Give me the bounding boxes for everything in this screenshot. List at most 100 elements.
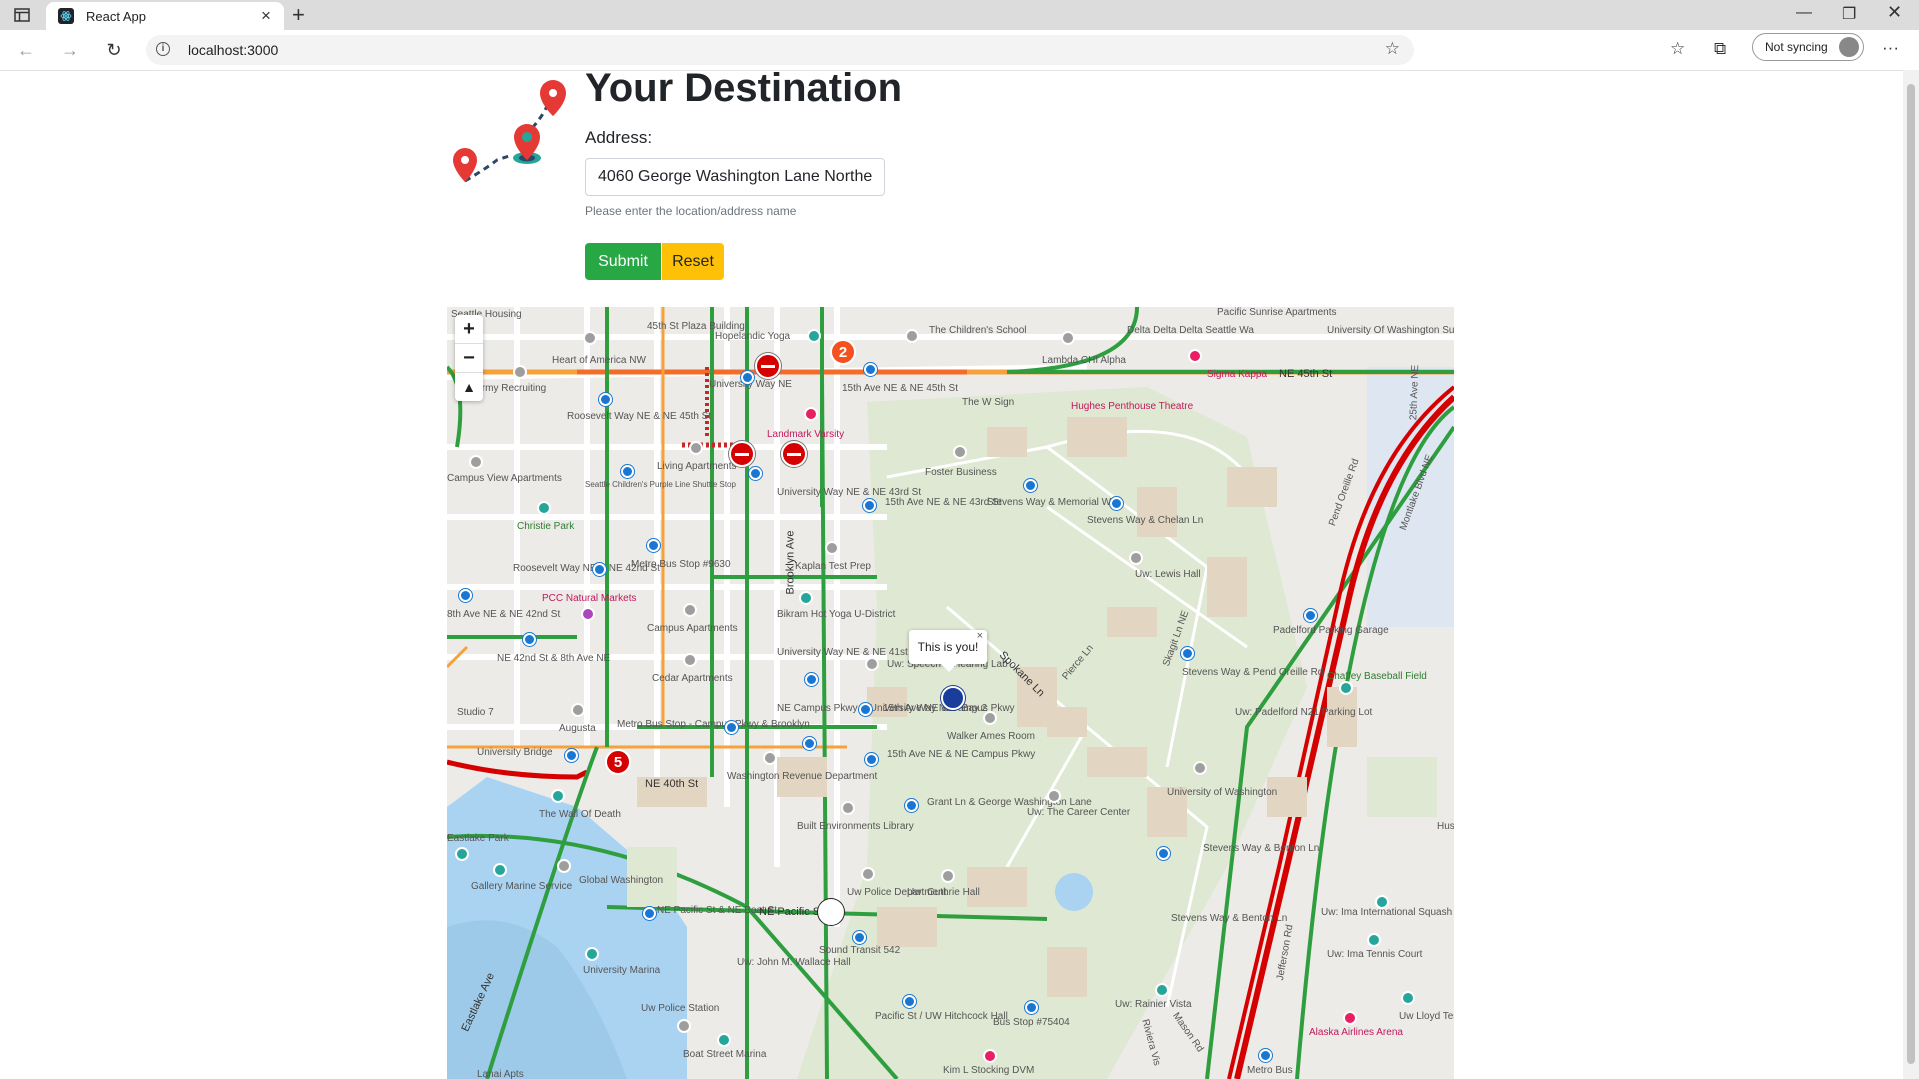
poi-icon[interactable] (689, 441, 703, 455)
poi-icon[interactable] (1188, 349, 1202, 363)
bus-stop-icon[interactable] (647, 539, 660, 552)
tab-close-icon[interactable]: × (256, 6, 276, 26)
incident-badge[interactable]: 5 (605, 749, 631, 775)
poi-icon[interactable] (493, 863, 507, 877)
poi-icon[interactable] (1193, 761, 1207, 775)
map-view[interactable]: Seattle Housing Heart of America NW US A… (447, 307, 1454, 1079)
bus-stop-icon[interactable] (599, 393, 612, 406)
poi-icon[interactable] (581, 607, 595, 621)
poi-icon[interactable] (983, 1049, 997, 1063)
poi-icon[interactable] (799, 591, 813, 605)
scrollbar-thumb[interactable] (1907, 84, 1915, 1064)
tab-actions-menu[interactable] (8, 5, 36, 25)
poi-icon[interactable] (1343, 1011, 1357, 1025)
poi-icon[interactable] (825, 541, 839, 555)
poi-icon[interactable] (763, 751, 777, 765)
poi-icon[interactable] (585, 947, 599, 961)
minimize-icon[interactable]: — (1796, 4, 1812, 22)
construction-icon[interactable] (818, 899, 844, 925)
bus-stop-icon[interactable] (523, 633, 536, 646)
page-scrollbar[interactable] (1903, 70, 1919, 1079)
road-closed-icon[interactable] (781, 441, 807, 467)
bus-stop-icon[interactable] (805, 673, 818, 686)
poi-icon[interactable] (683, 603, 697, 617)
road-closed-icon[interactable] (755, 353, 781, 379)
bus-stop-icon[interactable] (593, 563, 606, 576)
poi-icon[interactable] (905, 329, 919, 343)
poi-icon[interactable] (717, 1033, 731, 1047)
poi-icon[interactable] (804, 407, 818, 421)
parking-icon[interactable] (1304, 609, 1317, 622)
site-info-icon[interactable]: i (156, 42, 170, 56)
bus-stop-icon[interactable] (859, 703, 872, 716)
active-tab[interactable]: React App × (46, 2, 284, 30)
poi-icon[interactable] (557, 859, 571, 873)
poi-icon[interactable] (1375, 895, 1389, 909)
poi-icon[interactable] (455, 847, 469, 861)
url-text[interactable]: localhost:3000 (188, 42, 278, 58)
poi-icon[interactable] (807, 329, 821, 343)
bus-stop-icon[interactable] (621, 465, 634, 478)
compass-button[interactable]: ▲ (455, 373, 483, 401)
poi-icon[interactable] (941, 869, 955, 883)
popup-close-icon[interactable]: × (977, 630, 983, 642)
poi-icon[interactable] (551, 789, 565, 803)
poi-icon[interactable] (865, 657, 879, 671)
poi-icon[interactable] (1047, 789, 1061, 803)
poi-icon[interactable] (513, 365, 527, 379)
bus-stop-icon[interactable] (459, 589, 472, 602)
bus-stop-icon[interactable] (741, 371, 754, 384)
bus-stop-icon[interactable] (803, 737, 816, 750)
reset-button[interactable]: Reset (662, 243, 724, 280)
bus-stop-icon[interactable] (565, 749, 578, 762)
window-close-icon[interactable]: ✕ (1887, 2, 1902, 23)
poi-icon[interactable] (953, 445, 967, 459)
bus-stop-icon[interactable] (903, 995, 916, 1008)
bus-stop-icon[interactable] (643, 907, 656, 920)
poi-icon[interactable] (1401, 991, 1415, 1005)
poi-icon[interactable] (537, 501, 551, 515)
new-tab-icon[interactable]: + (292, 3, 305, 27)
bus-stop-icon[interactable] (1157, 847, 1170, 860)
poi-icon[interactable] (583, 331, 597, 345)
poi-icon[interactable] (677, 1019, 691, 1033)
bus-stop-icon[interactable] (853, 931, 866, 944)
poi-icon[interactable] (1339, 681, 1353, 695)
poi-icon[interactable] (1129, 551, 1143, 565)
poi-icon[interactable] (861, 867, 875, 881)
back-icon[interactable]: ← (14, 38, 38, 62)
bus-stop-icon[interactable] (1024, 479, 1037, 492)
user-location-marker[interactable] (941, 686, 965, 710)
poi-icon[interactable] (841, 801, 855, 815)
bus-stop-icon[interactable] (863, 499, 876, 512)
bus-stop-icon[interactable] (1181, 647, 1194, 660)
zoom-in-button[interactable]: + (455, 315, 483, 344)
poi-icon[interactable] (683, 653, 697, 667)
bus-stop-icon[interactable] (865, 753, 878, 766)
incident-badge[interactable]: 2 (830, 339, 856, 365)
bus-stop-icon[interactable] (725, 721, 738, 734)
poi-icon[interactable] (1155, 983, 1169, 997)
zoom-out-button[interactable]: − (455, 344, 483, 373)
favorites-icon[interactable]: ☆ (1670, 39, 1685, 59)
poi-icon[interactable] (571, 703, 585, 717)
bus-stop-icon[interactable] (905, 799, 918, 812)
bus-stop-icon[interactable] (864, 363, 877, 376)
refresh-icon[interactable]: ↻ (102, 38, 126, 62)
forward-icon[interactable]: → (58, 38, 82, 62)
road-closed-icon[interactable] (729, 441, 755, 467)
bus-stop-icon[interactable] (1025, 1001, 1038, 1014)
url-bar[interactable]: i localhost:3000 ☆ (146, 35, 1414, 65)
favorite-star-icon[interactable]: ☆ (1385, 39, 1400, 59)
bus-stop-icon[interactable] (1259, 1049, 1272, 1062)
bus-stop-icon[interactable] (1110, 497, 1123, 510)
bus-stop-icon[interactable] (749, 467, 762, 480)
poi-icon[interactable] (1367, 933, 1381, 947)
address-input[interactable] (585, 158, 885, 196)
more-options-icon[interactable]: ··· (1882, 38, 1899, 58)
profile-sync-button[interactable]: Not syncing (1752, 33, 1864, 61)
poi-icon[interactable] (469, 455, 483, 469)
poi-icon[interactable] (983, 711, 997, 725)
submit-button[interactable]: Submit (585, 243, 661, 280)
collections-icon[interactable]: ⧉ (1714, 39, 1726, 59)
